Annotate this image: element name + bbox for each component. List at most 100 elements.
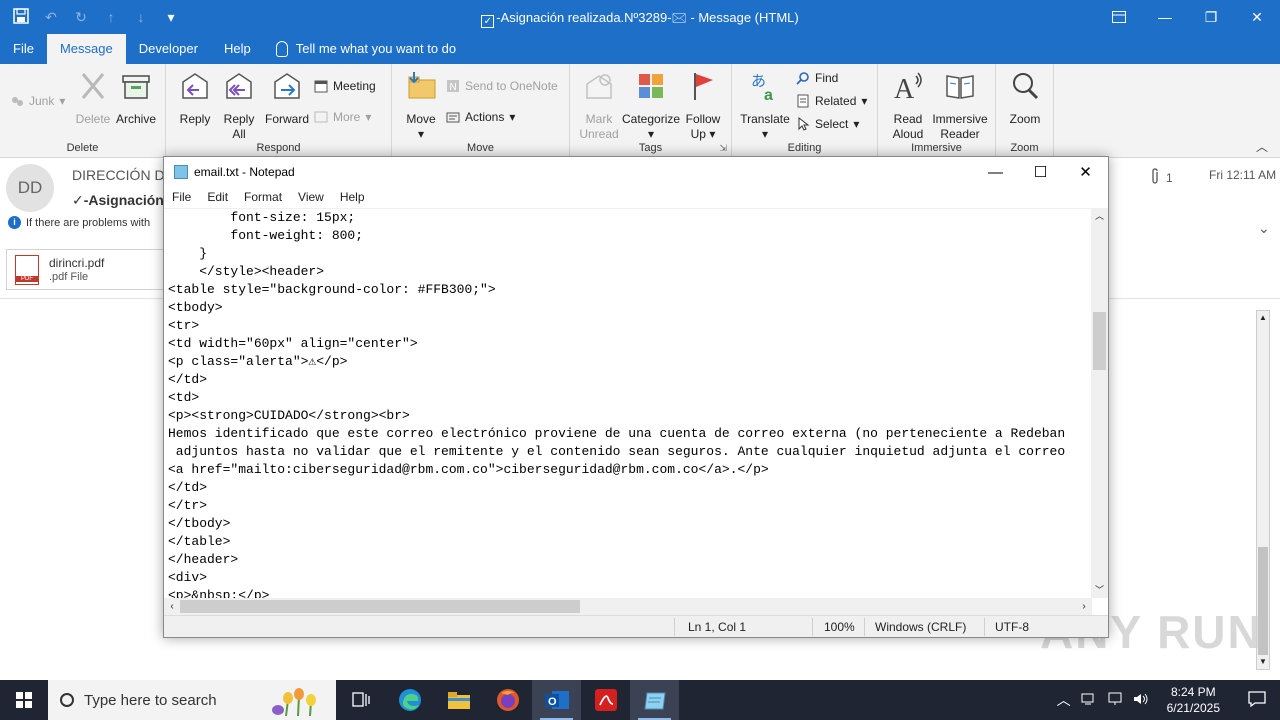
move-group: Move ▾ N Send to OneNote Actions ▾ Move	[392, 64, 570, 158]
system-tray: ︿ 8:24 PM 6/21/2025	[1057, 680, 1280, 720]
find-button[interactable]: Find	[796, 71, 838, 85]
close-button[interactable]: ✕	[1234, 0, 1280, 34]
sender-name[interactable]: DIRECCIÓN D	[72, 167, 165, 183]
show-hidden-icons-icon[interactable]: ︿	[1057, 690, 1071, 710]
notepad-close-button[interactable]: ✕	[1063, 157, 1108, 187]
dialog-launcher-icon[interactable]: ⇲	[719, 143, 727, 154]
read-aloud-icon: A	[892, 70, 924, 105]
info-bar[interactable]: i If there are problems with	[8, 216, 150, 229]
scroll-down-arrow-icon[interactable]: ﹀	[1091, 582, 1108, 598]
svg-text:O: O	[548, 696, 557, 708]
zoom-button[interactable]: Zoom	[1004, 70, 1046, 127]
related-button[interactable]: Related ▾	[796, 94, 867, 108]
zoom-icon	[1009, 70, 1041, 102]
notepad-vscroll-thumb[interactable]	[1093, 312, 1106, 370]
scroll-left-arrow-icon[interactable]: ‹	[164, 598, 180, 615]
tab-developer[interactable]: Developer	[126, 34, 211, 64]
calendar-icon	[314, 79, 328, 93]
follow-up-button[interactable]: Follow Up ▾	[682, 70, 724, 142]
tell-me-search[interactable]: Tell me what you want to do	[264, 34, 469, 64]
firefox-button[interactable]	[483, 680, 532, 720]
related-icon	[796, 94, 810, 108]
edge-button[interactable]	[385, 680, 434, 720]
task-view-button[interactable]	[336, 680, 385, 720]
file-explorer-button[interactable]	[434, 680, 483, 720]
scroll-up-icon[interactable]: ▲	[1257, 311, 1269, 325]
lightbulb-icon	[275, 41, 288, 57]
attachment-card[interactable]: dirincri.pdf .pdf File	[6, 249, 166, 290]
outlook-taskbar-button[interactable]: O	[532, 680, 581, 720]
categorize-button[interactable]: Categorize ▾	[622, 70, 680, 142]
acrobat-button[interactable]	[581, 680, 630, 720]
notepad-text-area[interactable]: font-size: 15px; font-weight: 800; } </s…	[164, 208, 1092, 598]
collapse-ribbon-icon[interactable]: ︿	[1256, 138, 1268, 155]
notepad-maximize-button[interactable]: ☐	[1018, 157, 1063, 187]
notepad-taskbar-button[interactable]	[630, 680, 679, 720]
menu-help[interactable]: Help	[332, 190, 373, 204]
ribbon-display-options-icon[interactable]	[1096, 0, 1142, 34]
firefox-icon	[496, 689, 519, 711]
scroll-right-arrow-icon[interactable]: ›	[1076, 598, 1092, 615]
translate-icon: あa	[749, 70, 781, 104]
read-aloud-button[interactable]: A Read Aloud	[886, 70, 930, 142]
menu-view[interactable]: View	[290, 190, 332, 204]
archive-icon	[120, 70, 152, 102]
received-date: Fri 12:11 AM	[1209, 168, 1277, 182]
send-to-onenote-button[interactable]: N Send to OneNote	[446, 79, 558, 93]
junk-button[interactable]: Junk ▾	[10, 94, 65, 108]
outlook-icon: O	[544, 691, 569, 709]
expand-header-icon[interactable]: ⌄	[1258, 220, 1270, 237]
notepad-vertical-scrollbar[interactable]: ︿ ﹀	[1091, 208, 1108, 598]
volume-icon[interactable]	[1133, 692, 1149, 709]
notepad-minimize-button[interactable]: —	[973, 157, 1018, 187]
actions-icon	[446, 110, 460, 124]
clock-date: 6/21/2025	[1166, 701, 1220, 715]
notepad-hscroll-thumb[interactable]	[180, 600, 580, 613]
move-group-label: Move	[467, 142, 494, 154]
mark-unread-button[interactable]: Mark Unread	[576, 70, 622, 142]
menu-edit[interactable]: Edit	[199, 190, 236, 204]
tab-help[interactable]: Help	[211, 34, 264, 64]
archive-button[interactable]: Archive	[114, 70, 158, 127]
translate-button[interactable]: あa Translate ▾	[740, 70, 790, 142]
cursor-position: Ln 1, Col 1	[688, 620, 747, 634]
select-button[interactable]: Select ▾	[796, 116, 859, 131]
cursor-icon	[796, 116, 810, 131]
tab-file[interactable]: File	[0, 34, 47, 64]
editing-group: あa Translate ▾ Find Related ▾ Select ▾ Edi…	[732, 64, 878, 158]
tab-message[interactable]: Message	[46, 34, 126, 64]
notepad-horizontal-scrollbar[interactable]: ‹ ›	[164, 598, 1092, 615]
line-ending: Windows (CRLF)	[875, 620, 967, 634]
delete-icon	[77, 70, 109, 102]
notepad-content[interactable]: font-size: 15px; font-weight: 800; } </s…	[164, 209, 1092, 598]
respond-group-label: Respond	[256, 142, 301, 154]
info-text: If there are problems with	[26, 216, 151, 229]
minimize-button[interactable]: —	[1142, 0, 1188, 34]
immersive-reader-button[interactable]: Immersive Reader	[930, 70, 990, 142]
ribbon: Junk ▾ Delete Archive Delete Reply Reply …	[0, 64, 1280, 158]
meeting-button[interactable]: Meeting	[314, 79, 376, 93]
message-subject: ✓-Asignación	[72, 192, 164, 208]
task-view-icon	[351, 692, 370, 707]
reply-all-button[interactable]: Reply All	[220, 70, 258, 142]
delete-button[interactable]: Delete	[74, 70, 112, 127]
forward-button[interactable]: Forward	[262, 70, 312, 127]
taskbar-clock[interactable]: 8:24 PM 6/21/2025	[1167, 684, 1220, 716]
maximize-button[interactable]: ❐	[1188, 0, 1234, 34]
folder-icon	[447, 692, 470, 709]
notepad-status-bar: Ln 1, Col 1 100% Windows (CRLF) UTF-8	[164, 615, 1108, 637]
network-icon[interactable]	[1081, 692, 1097, 709]
more-respond-button[interactable]: More ▾	[314, 110, 371, 124]
notification-icon[interactable]	[1248, 690, 1266, 710]
taskbar: Type here to search O ︿ 8:24 PM 6/21/202…	[0, 680, 1280, 720]
respond-group: Reply Reply All Forward Meeting More ▾ Re…	[166, 64, 392, 158]
ethernet-icon[interactable]	[1107, 692, 1123, 709]
reply-button[interactable]: Reply	[176, 70, 214, 127]
move-button[interactable]: Move ▾	[402, 70, 440, 142]
menu-file[interactable]: File	[164, 190, 199, 204]
start-button[interactable]	[0, 680, 48, 720]
scroll-up-arrow-icon[interactable]: ︿	[1091, 208, 1108, 224]
taskbar-search-box[interactable]: Type here to search	[48, 680, 336, 720]
actions-button[interactable]: Actions ▾	[446, 110, 515, 124]
menu-format[interactable]: Format	[236, 190, 290, 204]
